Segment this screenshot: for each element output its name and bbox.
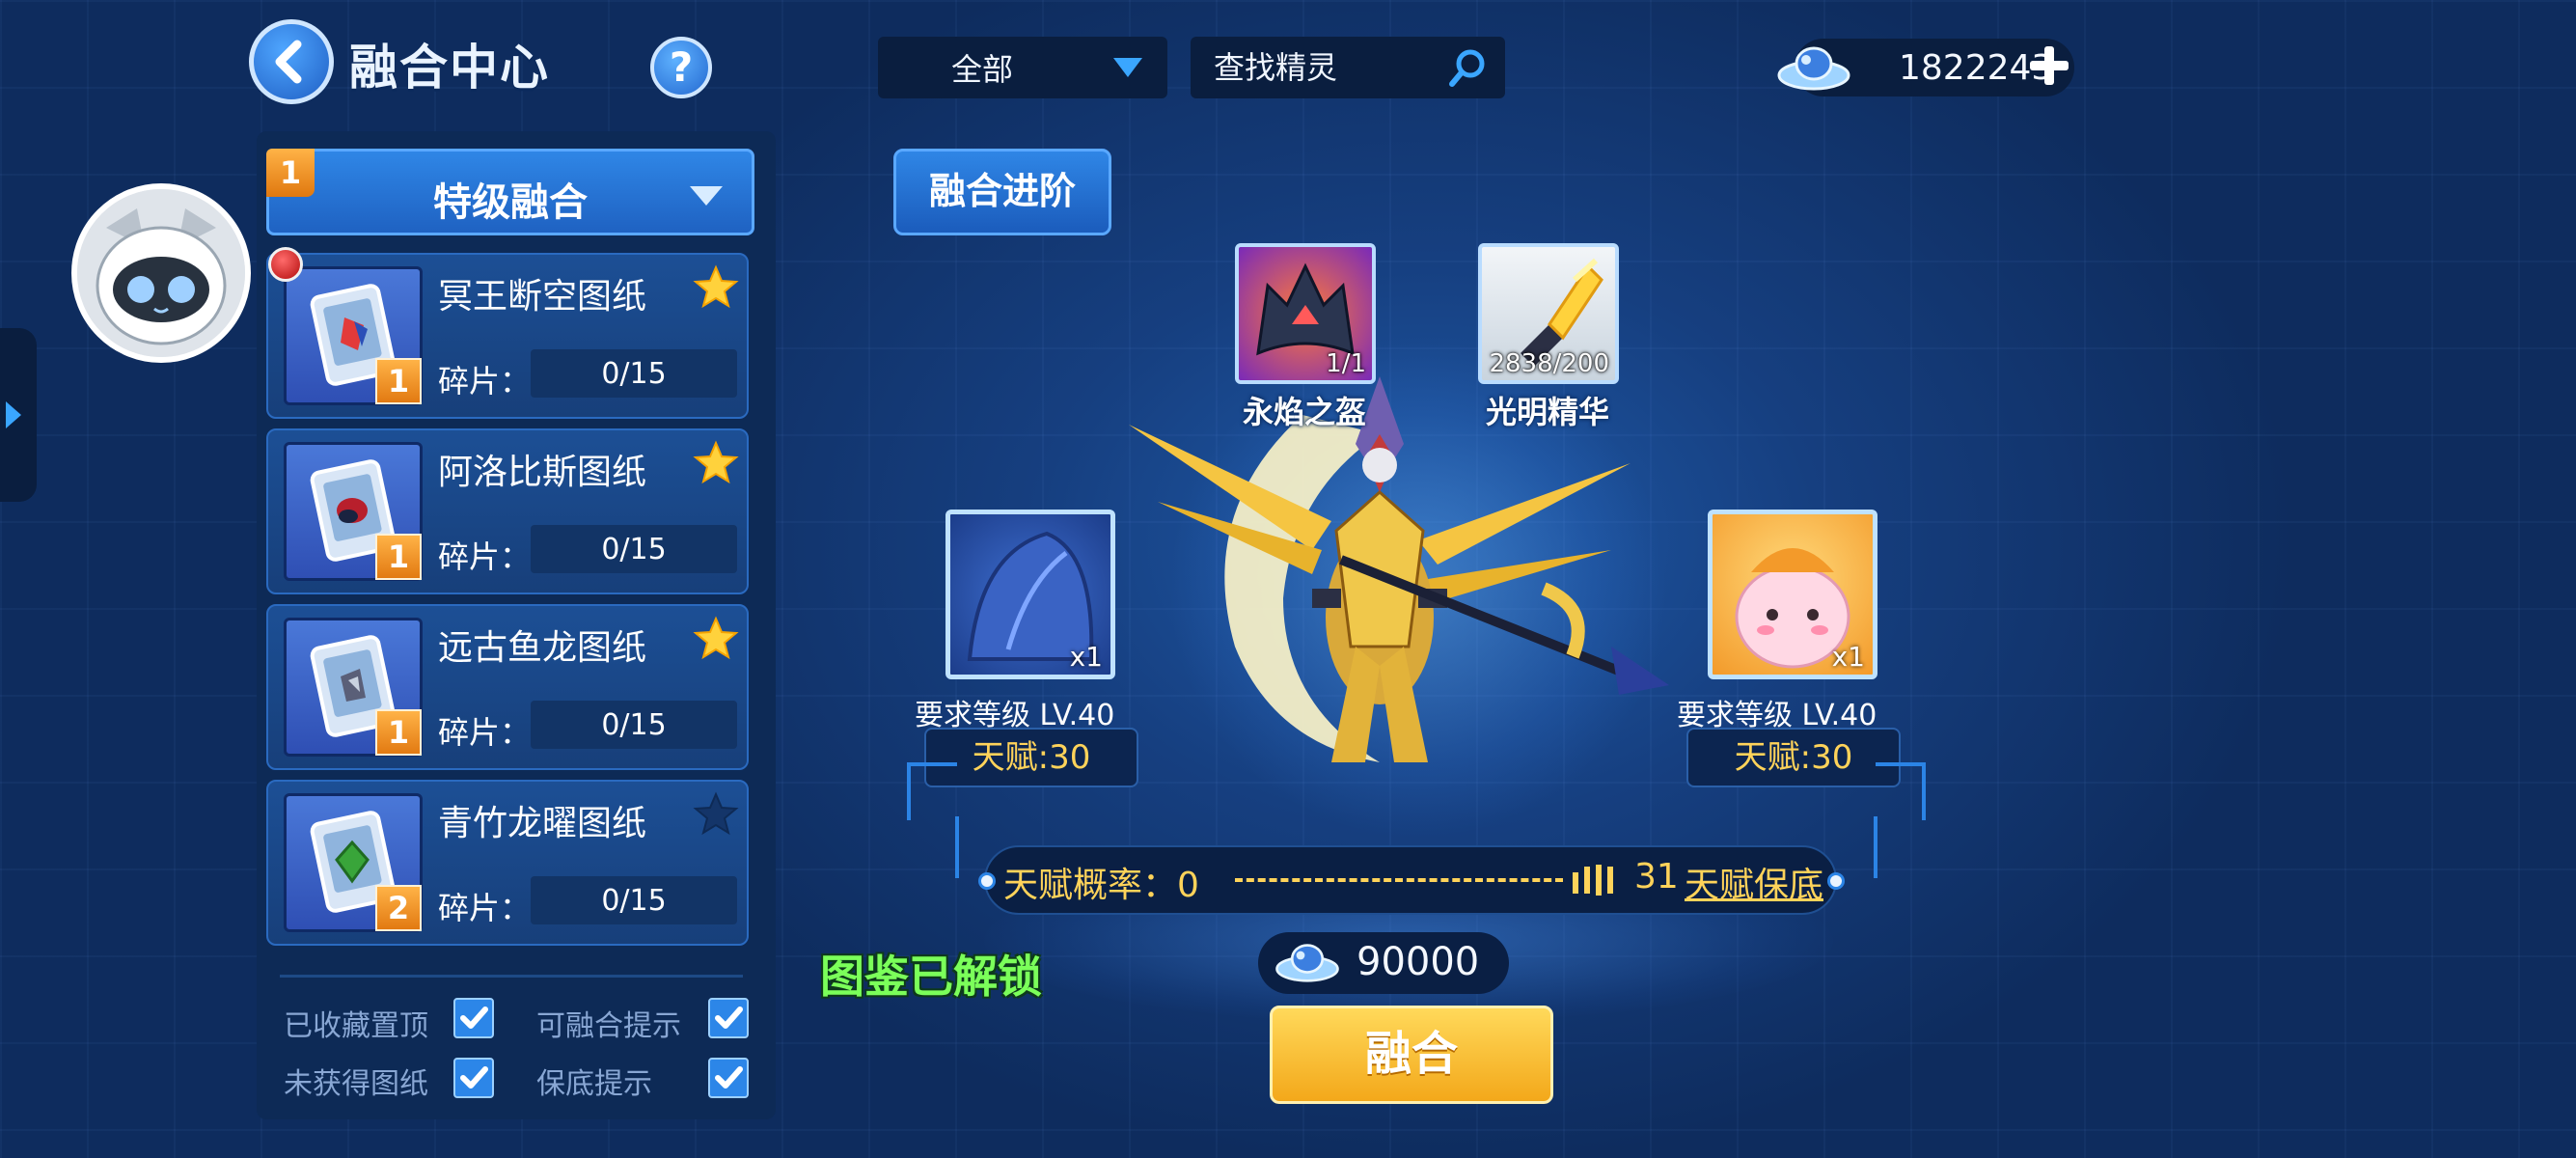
fragments-label: 碎片：: [438, 890, 532, 926]
parent-slot-left[interactable]: x1: [945, 510, 1115, 679]
back-arrow-icon: [275, 40, 302, 84]
level-badge: 1: [375, 709, 422, 756]
probability-track: [1235, 878, 1563, 882]
side-drawer-tab[interactable]: [0, 328, 37, 502]
bar-end-dot: [978, 872, 996, 890]
back-button[interactable]: [249, 19, 334, 104]
talent-probability-max: 31: [1634, 857, 1679, 896]
fusion-cost: 90000: [1357, 940, 1480, 984]
fragments-label: 碎片：: [438, 714, 532, 751]
blueprint-thumbnail: 2: [284, 793, 423, 932]
material-name: 永焰之盔: [1243, 394, 1367, 430]
filter-select[interactable]: 全部: [878, 37, 1167, 98]
checkbox-pin-collected[interactable]: [453, 998, 494, 1038]
chevron-right-icon: [6, 401, 21, 428]
connector-line: [907, 762, 957, 820]
search-icon[interactable]: [1447, 46, 1490, 89]
category-dropdown[interactable]: 特级融合: [266, 149, 754, 235]
connector-line: [1876, 762, 1926, 820]
options-divider: [280, 975, 743, 978]
level-badge: 1: [375, 358, 422, 404]
search-input[interactable]: [1214, 49, 1436, 86]
ufo-coin-icon: [1777, 46, 1850, 91]
fragments-value: 0/15: [601, 357, 667, 391]
bar-end-dot: [1827, 872, 1845, 890]
fragments-label: 碎片：: [438, 363, 532, 400]
blueprint-item[interactable]: 1 冥王断空图纸 碎片： 0/15: [266, 253, 749, 419]
fragments-bar: 0/15: [531, 876, 737, 924]
parent-count: x1: [1831, 641, 1865, 673]
fragments-label: 碎片：: [438, 538, 532, 575]
talent-value: 天赋:30: [1686, 728, 1901, 787]
fragments-bar: 0/15: [531, 701, 737, 749]
star-filled-icon[interactable]: [693, 440, 739, 486]
probability-tick: [1584, 867, 1590, 894]
search-box[interactable]: [1191, 37, 1505, 98]
blueprint-thumbnail: 1: [284, 442, 423, 581]
option-label-guarantee-hint: 保底提示: [536, 1067, 652, 1101]
plus-icon[interactable]: [2026, 42, 2072, 89]
blueprint-item[interactable]: 1 阿洛比斯图纸 碎片： 0/15: [266, 428, 749, 594]
probability-tick: [1573, 872, 1578, 894]
blueprint-thumbnail: 1: [284, 618, 423, 757]
level-badge: 1: [375, 534, 422, 580]
fragments-value: 0/15: [601, 884, 667, 918]
category-badge: 1: [266, 149, 315, 197]
help-button[interactable]: ?: [650, 37, 712, 98]
material-name: 光明精华: [1486, 394, 1610, 430]
material-slot[interactable]: 2838/200: [1478, 243, 1619, 384]
page-title: 融合中心: [349, 40, 550, 96]
star-filled-icon[interactable]: [693, 616, 739, 662]
checkbox-not-obtained[interactable]: [453, 1058, 494, 1098]
blueprint-name: 青竹龙曜图纸: [438, 804, 647, 843]
talent-guarantee-link[interactable]: 天赋保底: [1685, 857, 1823, 907]
checkmark-icon: [460, 1066, 488, 1089]
blueprint-name: 远古鱼龙图纸: [438, 628, 647, 668]
star-filled-icon[interactable]: [693, 264, 739, 311]
probability-tick: [1607, 867, 1613, 894]
option-label-fusion-hint: 可融合提示: [536, 1009, 681, 1043]
material-count: 1/1: [1326, 349, 1366, 378]
ufo-coin-icon: [1275, 944, 1339, 982]
level-badge: 2: [375, 885, 422, 931]
checkbox-fusion-hint[interactable]: [708, 998, 749, 1038]
star-empty-icon[interactable]: [693, 791, 739, 838]
blueprint-name: 冥王断空图纸: [438, 277, 647, 317]
checkmark-icon: [715, 1006, 743, 1029]
checkmark-icon: [715, 1066, 743, 1089]
talent-probability-label: 天赋概率：0: [1003, 866, 1199, 905]
fuse-button[interactable]: 融合: [1270, 1006, 1553, 1104]
material-slot[interactable]: 1/1: [1235, 243, 1376, 384]
material-count: 2838/200: [1489, 349, 1609, 378]
parent-slot-right[interactable]: x1: [1708, 510, 1877, 679]
robot-avatar-icon: [77, 189, 245, 357]
parent-count: x1: [1069, 641, 1103, 673]
option-label-pin-collected: 已收藏置顶: [284, 1009, 428, 1043]
blueprint-item[interactable]: 1 远古鱼龙图纸 碎片： 0/15: [266, 604, 749, 770]
notification-dot: [268, 247, 303, 282]
checkbox-guarantee-hint[interactable]: [708, 1058, 749, 1098]
filter-selected-value: 全部: [951, 51, 1014, 88]
checkmark-icon: [460, 1006, 488, 1029]
option-label-not-obtained: 未获得图纸: [284, 1067, 428, 1101]
fragments-value: 0/15: [601, 533, 667, 566]
chevron-down-icon: [1113, 58, 1142, 77]
probability-tick: [1596, 865, 1602, 896]
blueprint-item[interactable]: 2 青竹龙曜图纸 碎片： 0/15: [266, 780, 749, 946]
blueprint-thumbnail: 1: [284, 266, 423, 405]
codex-unlocked-text: 图鉴已解锁: [820, 951, 1042, 1003]
connector-line: [1829, 816, 1877, 878]
category-label: 特级融合: [433, 180, 588, 225]
fragments-bar: 0/15: [531, 525, 737, 573]
fragments-value: 0/15: [601, 708, 667, 742]
fragments-bar: 0/15: [531, 349, 737, 398]
fusion-advance-button[interactable]: 融合进阶: [893, 149, 1111, 235]
chevron-down-icon: [690, 186, 723, 206]
avatar[interactable]: [71, 183, 251, 363]
blueprint-name: 阿洛比斯图纸: [438, 453, 647, 492]
